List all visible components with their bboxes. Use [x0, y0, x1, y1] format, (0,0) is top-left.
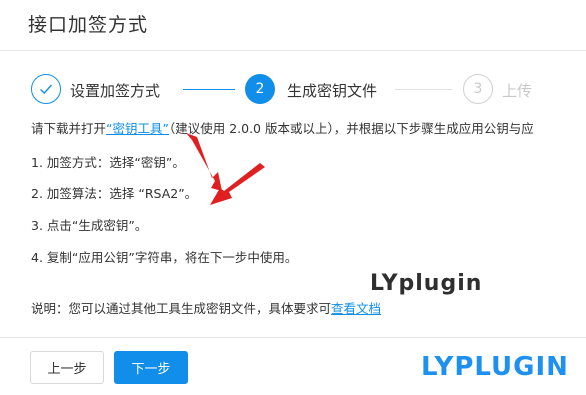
note-prefix: 说明：您可以通过其他工具生成密钥文件，具体要求可	[31, 301, 332, 316]
step-1-circle	[31, 74, 61, 104]
step-2-label: 生成密钥文件	[287, 82, 378, 100]
step-1-label: 设置加签方式	[70, 82, 161, 100]
intro-prefix: 请下载并打开	[31, 121, 107, 136]
footer-divider	[0, 337, 586, 338]
dialog-title: 接口加签方式	[28, 14, 149, 36]
step-3-circle: 3	[463, 74, 493, 104]
step-2-circle: 2	[245, 74, 275, 104]
intro-text: 请下载并打开“密钥工具”（建议使用 2.0.0 版本或以上），并根据以下步骤生成…	[31, 118, 534, 137]
check-icon	[40, 84, 53, 94]
view-docs-link[interactable]: 查看文档	[331, 301, 381, 316]
instruction-item-4: 4. 复制“应用公钥”字符串，将在下一步中使用。	[31, 250, 298, 265]
prev-step-button[interactable]: 上一步	[30, 351, 104, 384]
annotation-arrow-lower	[210, 163, 265, 205]
watermark-lyplugin-logo: LYPLUGIN	[421, 352, 569, 382]
next-step-button[interactable]: 下一步	[114, 351, 188, 384]
key-tool-link[interactable]: “密钥工具”	[106, 121, 169, 136]
intro-suffix: （建议使用 2.0.0 版本或以上），并根据以下步骤生成应用公钥与应	[168, 121, 534, 136]
note-text: 说明：您可以通过其他工具生成密钥文件，具体要求可查看文档	[31, 298, 381, 317]
header-divider	[0, 50, 586, 51]
instruction-item-2: 2. 加签算法：选择 “RSA2”。	[31, 186, 198, 201]
step-connector-2	[395, 89, 452, 90]
instruction-item-3: 3. 点击“生成密钥”。	[31, 218, 148, 233]
step-3-label: 上传	[502, 82, 533, 100]
instruction-item-1: 1. 加签方式：选择“密钥”。	[31, 155, 185, 170]
watermark-lyplugin: LYplugin	[370, 271, 483, 296]
step-connector-1	[183, 89, 235, 90]
